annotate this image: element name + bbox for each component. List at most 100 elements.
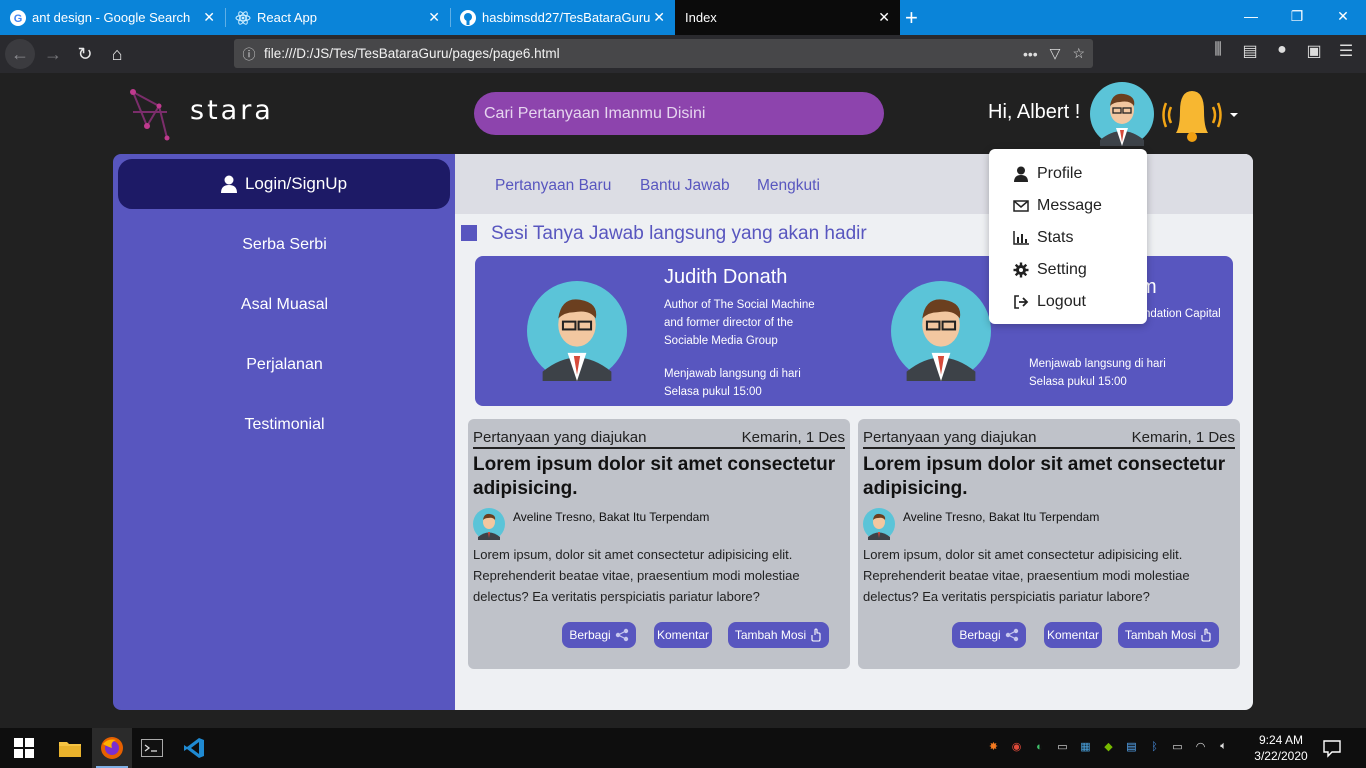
nvidia-icon[interactable]: ◆ bbox=[1100, 738, 1117, 755]
question-label: Pertanyaan yang diajukan bbox=[473, 429, 647, 446]
github-icon bbox=[460, 9, 476, 26]
menu-item-label: Logout bbox=[1037, 293, 1086, 310]
question-card: Pertanyaan yang diajukan Kemarin, 1 Des … bbox=[468, 419, 850, 669]
forward-arrow-icon[interactable]: → bbox=[40, 41, 66, 67]
wifi-icon[interactable]: ◠ bbox=[1192, 738, 1209, 755]
url-bar[interactable]: ⓘ file:///D:/JS/Tes/TesBataraGuru/pages/… bbox=[234, 39, 1093, 68]
sidebar-item-asal-muasal[interactable]: Asal Muasal bbox=[113, 296, 456, 314]
menu-item-label: Setting bbox=[1037, 261, 1087, 278]
home-icon[interactable]: ⌂ bbox=[104, 41, 130, 67]
sidebar-item-serba-serbi[interactable]: Serba Serbi bbox=[113, 236, 456, 254]
envelope-icon bbox=[1013, 198, 1029, 214]
menu-item-stats[interactable]: Stats bbox=[1013, 226, 1073, 250]
menu-item-setting[interactable]: Setting bbox=[1013, 258, 1087, 282]
drive-icon[interactable]: ▭ bbox=[1054, 738, 1071, 755]
app-tray-icon[interactable]: ▦ bbox=[1077, 738, 1094, 755]
bluetooth-icon[interactable]: ᛒ bbox=[1146, 738, 1163, 755]
more-actions-icon[interactable]: ••• bbox=[1023, 46, 1038, 62]
extension-icon[interactable]: ▣ bbox=[1304, 41, 1324, 61]
browser-toolbar: ← → ↻ ⌂ ⓘ file:///D:/JS/Tes/TesBataraGur… bbox=[0, 35, 1366, 73]
vscode-icon[interactable] bbox=[174, 728, 214, 768]
system-tray: ✸ ◉ ◐ ▭ ▦ ◆ ▤ ᛒ ▭ ◠ 🔈︎ bbox=[985, 738, 1232, 755]
close-icon[interactable]: ✕ bbox=[428, 9, 440, 26]
account-icon[interactable]: ● bbox=[1272, 41, 1292, 61]
tab-bantu-jawab[interactable]: Bantu Jawab bbox=[640, 177, 730, 195]
user-icon bbox=[1013, 166, 1029, 182]
section-title: Sesi Tanya Jawab langsung yang akan hadi… bbox=[491, 223, 867, 244]
network-app-icon[interactable]: ▤ bbox=[1123, 738, 1140, 755]
notification-center-icon[interactable] bbox=[1322, 738, 1342, 758]
google-icon: G bbox=[10, 9, 26, 26]
question-date: Kemarin, 1 Des bbox=[1131, 429, 1235, 446]
share-icon bbox=[1005, 628, 1018, 642]
info-icon[interactable]: ⓘ bbox=[234, 44, 264, 63]
sidebar: Login/SignUp Serba Serbi Asal Muasal Per… bbox=[113, 154, 456, 710]
menu-item-logout[interactable]: Logout bbox=[1013, 290, 1086, 314]
menu-item-message[interactable]: Message bbox=[1013, 194, 1102, 218]
window-controls: — ❐ ✕ bbox=[1228, 0, 1366, 35]
browser-tab-index[interactable]: Index ✕ bbox=[675, 0, 900, 35]
browser-tab-google[interactable]: G ant design - Google Search ✕ bbox=[0, 0, 226, 35]
window-close-icon[interactable]: ✕ bbox=[1320, 0, 1366, 32]
tab-title: hasbimsdd27/TesBataraGuru bbox=[482, 10, 651, 25]
vote-label: Tambah Mosi bbox=[1124, 628, 1197, 642]
new-tab-icon[interactable]: + bbox=[905, 5, 918, 31]
back-arrow-icon[interactable]: ← bbox=[5, 39, 35, 69]
battery-icon[interactable]: ▭ bbox=[1169, 738, 1186, 755]
restore-icon[interactable]: ❐ bbox=[1274, 0, 1320, 32]
system-clock[interactable]: 9:24 AM 3/22/2020 bbox=[1249, 732, 1313, 764]
clock-date: 3/22/2020 bbox=[1254, 749, 1308, 763]
share-icon bbox=[615, 628, 628, 642]
share-label: Berbagi bbox=[569, 628, 611, 642]
add-vote-button[interactable]: Tambah Mosi bbox=[1118, 622, 1219, 648]
sidebar-item-perjalanan[interactable]: Perjalanan bbox=[113, 356, 456, 374]
chrome-icon[interactable]: ◉ bbox=[1008, 738, 1025, 755]
file-explorer-icon[interactable] bbox=[50, 728, 90, 768]
sidebar-item-testimonial[interactable]: Testimonial bbox=[113, 416, 456, 434]
add-vote-button[interactable]: Tambah Mosi bbox=[728, 622, 829, 648]
minimize-icon[interactable]: — bbox=[1228, 0, 1274, 32]
login-label: Login/SignUp bbox=[244, 174, 348, 193]
comment-button[interactable]: Komentar bbox=[1044, 622, 1102, 648]
close-icon[interactable]: ✕ bbox=[203, 9, 215, 26]
question-body: Lorem ipsum, dolor sit amet consectetur … bbox=[473, 547, 800, 604]
library-icon[interactable]: ⫼ bbox=[1208, 41, 1228, 61]
speaker-schedule: Menjawab langsung di hari Selasa pukul 1… bbox=[664, 368, 801, 398]
question-title[interactable]: Lorem ipsum dolor sit amet consectetur a… bbox=[473, 453, 845, 501]
notification-bell-icon[interactable] bbox=[1160, 85, 1240, 145]
url-text[interactable]: file:///D:/JS/Tes/TesBataraGuru/pages/pa… bbox=[264, 46, 560, 61]
tab-title: Index bbox=[685, 10, 717, 25]
tab-mengkuti[interactable]: Mengkuti bbox=[757, 177, 820, 195]
edge-icon[interactable]: ◐ bbox=[1031, 738, 1048, 755]
close-icon[interactable]: ✕ bbox=[878, 9, 890, 26]
pocket-icon[interactable]: ▽ bbox=[1050, 45, 1061, 62]
comment-button[interactable]: Komentar bbox=[654, 622, 712, 648]
browser-tab-github[interactable]: hasbimsdd27/TesBataraGuru ✕ bbox=[450, 0, 675, 35]
menu-item-profile[interactable]: Profile bbox=[1013, 162, 1082, 186]
login-signup-button[interactable]: Login/SignUp bbox=[118, 159, 450, 209]
bookmark-star-icon[interactable]: ☆ bbox=[1072, 45, 1085, 62]
logout-icon bbox=[1013, 294, 1029, 310]
question-title[interactable]: Lorem ipsum dolor sit amet consectetur a… bbox=[863, 453, 1235, 501]
firefox-icon[interactable] bbox=[92, 728, 132, 768]
close-icon[interactable]: ✕ bbox=[653, 9, 665, 26]
hand-icon bbox=[811, 628, 821, 642]
question-card: Pertanyaan yang diajukan Kemarin, 1 Des … bbox=[858, 419, 1240, 669]
volume-icon[interactable]: 🔈︎ bbox=[1215, 738, 1232, 755]
browser-tab-react[interactable]: React App ✕ bbox=[225, 0, 451, 35]
section-marker bbox=[461, 225, 477, 241]
share-button[interactable]: Berbagi bbox=[562, 622, 636, 648]
avatar[interactable] bbox=[1090, 82, 1154, 146]
question-body: Lorem ipsum, dolor sit amet consectetur … bbox=[863, 547, 1190, 604]
avast-icon[interactable]: ✸ bbox=[985, 738, 1002, 755]
windows-start-icon[interactable] bbox=[4, 728, 44, 768]
sidebar-toggle-icon[interactable]: ▤ bbox=[1240, 41, 1260, 61]
share-button[interactable]: Berbagi bbox=[952, 622, 1026, 648]
tab-pertanyaan-baru[interactable]: Pertanyaan Baru bbox=[495, 177, 611, 195]
profile-dropdown-menu: Profile Message Stats Setting Logout bbox=[989, 149, 1147, 324]
terminal-icon[interactable] bbox=[132, 728, 172, 768]
greeting-text: Hi, Albert ! bbox=[988, 101, 1081, 123]
reload-icon[interactable]: ↻ bbox=[72, 41, 98, 67]
menu-icon[interactable]: ☰ bbox=[1336, 41, 1356, 61]
search-input[interactable] bbox=[474, 92, 884, 135]
